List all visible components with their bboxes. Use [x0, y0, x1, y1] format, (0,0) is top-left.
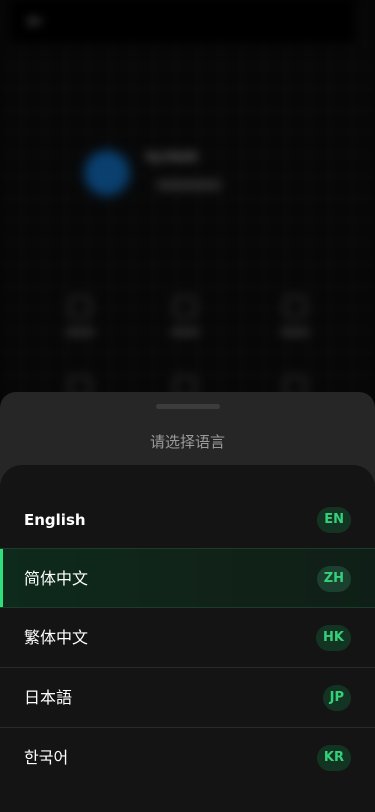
- language-name: 한국어: [24, 748, 69, 767]
- menu-icon: [284, 296, 306, 318]
- profile-subtitle: [156, 180, 222, 190]
- language-name: English: [24, 511, 86, 529]
- language-list: English EN 简体中文 ZH 繁体中文 HK 日本語 JP 한국어 KR: [0, 465, 375, 812]
- menu-icon: [174, 296, 196, 318]
- language-option-japanese[interactable]: 日本語 JP: [0, 668, 375, 728]
- app-screen: ← NyONdN 请选择语言 English EN 简体中文 ZH 繁体中文 H…: [0, 0, 375, 812]
- language-name: 繁体中文: [24, 628, 89, 647]
- language-code-badge: ZH: [316, 566, 351, 592]
- language-sheet: 请选择语言 English EN 简体中文 ZH 繁体中文 HK 日本語 JP …: [0, 392, 375, 812]
- arrow-left-icon[interactable]: ←: [28, 12, 43, 32]
- drag-handle[interactable]: [156, 404, 220, 409]
- menu-icon: [69, 296, 91, 318]
- avatar: [86, 152, 128, 194]
- language-option-english[interactable]: English EN: [0, 490, 375, 550]
- language-code-badge: JP: [322, 685, 351, 711]
- language-option-simplified-chinese[interactable]: 简体中文 ZH: [0, 548, 375, 608]
- top-bar: [10, 0, 355, 44]
- language-option-traditional-chinese[interactable]: 繁体中文 HK: [0, 608, 375, 668]
- language-name: 简体中文: [24, 569, 89, 588]
- language-code-badge: HK: [316, 625, 351, 651]
- language-name: 日本語: [24, 688, 73, 707]
- language-code-badge: KR: [316, 745, 351, 771]
- menu-item: [265, 296, 325, 336]
- menu-item: [155, 296, 215, 336]
- menu-item: [50, 296, 110, 336]
- language-code-badge: EN: [317, 507, 351, 533]
- language-option-korean[interactable]: 한국어 KR: [0, 728, 375, 788]
- profile-name: NyONdN: [146, 150, 198, 164]
- sheet-title: 请选择语言: [149, 433, 225, 451]
